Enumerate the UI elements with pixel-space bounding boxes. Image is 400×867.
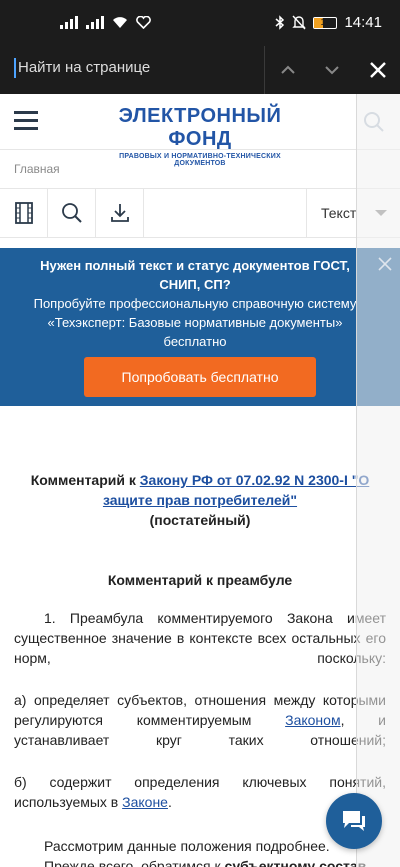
site-header: ЭЛЕКТРОННЫЙ ФОНД ПРАВОВЫХ И НОРМАТИВНО-Т…	[0, 94, 400, 167]
mute-icon	[292, 15, 307, 30]
clock: 14:41	[344, 14, 382, 31]
paragraph: 1. Преамбула комментируемого Закона имее…	[14, 610, 386, 666]
status-right: 17 14:41	[275, 14, 382, 31]
search-icon	[61, 203, 82, 223]
hamburger-menu-icon[interactable]	[14, 111, 38, 131]
article-title: Комментарий к Закону РФ от 07.02.92 N 23…	[14, 470, 386, 530]
download-button[interactable]	[96, 189, 144, 237]
paragraph-bold: субъектному состав	[224, 858, 367, 867]
site-logo[interactable]: ЭЛЕКТРОННЫЙ ФОНД ПРАВОВЫХ И НОРМАТИВНО-Т…	[100, 105, 300, 167]
chat-button[interactable]	[326, 793, 382, 849]
download-icon	[110, 204, 129, 222]
try-free-button[interactable]: Попробовать бесплатно	[84, 357, 316, 397]
paragraph-tail: .	[167, 794, 172, 810]
section-title: Комментарий к преамбуле	[107, 572, 293, 588]
wifi-icon	[113, 16, 127, 28]
status-left	[60, 15, 151, 29]
signal-icon	[86, 15, 104, 29]
doc-search-button[interactable]	[48, 189, 96, 237]
find-input[interactable]: Найти на странице	[14, 58, 150, 78]
chevron-down-icon[interactable]	[320, 58, 344, 82]
logo-subtitle: ПРАВОВЫХ И НОРМАТИВНО-ТЕХНИЧЕСКИХ ДОКУМЕ…	[119, 153, 281, 167]
promo-banner: Нужен полный текст и статус документов Г…	[0, 248, 400, 406]
close-icon[interactable]	[366, 58, 390, 82]
law-inline-link[interactable]: Законом	[285, 712, 340, 728]
battery-level: 17	[320, 16, 331, 27]
paragraph: а) определяет субъектов, отношения между…	[14, 690, 386, 750]
article-title-prefix: Комментарий к	[30, 472, 140, 488]
article-title-suffix: (постатейный)	[149, 512, 251, 528]
view-select-value: Текст	[321, 205, 357, 221]
find-bar: Найти на странице	[0, 46, 400, 94]
find-divider	[264, 46, 265, 94]
film-button[interactable]	[0, 189, 48, 237]
bluetooth-icon	[275, 15, 285, 30]
edge-overlay	[356, 94, 400, 867]
logo-title: ЭЛЕКТРОННЫЙ ФОНД	[118, 105, 282, 150]
heart-icon	[136, 15, 151, 29]
paragraph: Рассмотрим данные положения подробнее.	[44, 838, 330, 854]
banner-text: Попробуйте профессиональную справочную с…	[33, 296, 357, 349]
paragraph: Прежде всего, обратимся к субъектному со…	[14, 856, 386, 867]
law-link[interactable]: Закону РФ от 07.02.92 N 2300-I "О защите…	[103, 472, 369, 508]
document-toolbar: Текст	[0, 188, 400, 238]
signal-icon	[60, 15, 78, 29]
paragraph-text: Прежде всего, обратимся к	[44, 858, 225, 867]
banner-title: Нужен полный текст и статус документов Г…	[40, 258, 350, 292]
chat-icon	[343, 811, 365, 831]
status-bar: 17 14:41	[0, 0, 400, 46]
law-inline-link[interactable]: Законе	[122, 794, 168, 810]
battery-icon: 17	[313, 16, 338, 29]
breadcrumb[interactable]: Главная	[14, 162, 60, 176]
chevron-up-icon[interactable]	[276, 58, 300, 82]
film-icon	[14, 202, 33, 224]
